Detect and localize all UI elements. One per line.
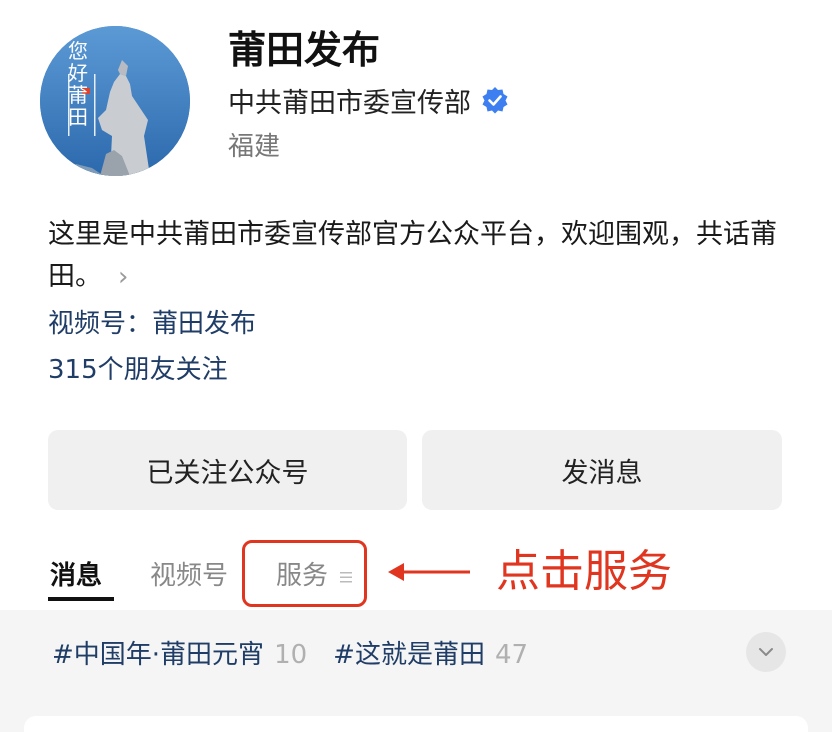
intro-text: 这里是中共莆田市委宣传部官方公众平台，欢迎围观，共话莆田。: [48, 219, 777, 292]
organization-row: 中共莆田市委宣传部: [228, 80, 509, 120]
official-account-profile-page: 您好莆田 莆田发布 中共莆田市委宣传部 福建 这里是中共莆田市委宣传部官方公众平…: [0, 0, 832, 732]
annotation-label: 点击服务: [496, 546, 672, 597]
followed-account-button[interactable]: 已关注公众号: [48, 430, 407, 510]
tab-video-channel[interactable]: 视频号: [150, 554, 228, 598]
friends-following-link[interactable]: 315个朋友关注: [48, 350, 228, 390]
tab-messages[interactable]: 消息: [50, 554, 102, 598]
avatar-greeting-text: 您好莆田: [68, 39, 88, 129]
account-region: 福建: [228, 132, 281, 162]
organization-name: 中共莆田市委宣传部: [228, 87, 471, 119]
hashtag-count: 47: [494, 640, 529, 670]
expand-hashtags-button[interactable]: [746, 632, 786, 672]
message-card[interactable]: [24, 716, 808, 732]
hashtag-chinese-new-year[interactable]: #中国年·莆田元宵: [52, 634, 264, 671]
hashtag-row: #中国年·莆田元宵 10 #这就是莆田 47: [52, 634, 528, 674]
active-tab-indicator: [48, 597, 114, 601]
avatar-artwork: [40, 26, 190, 176]
chevron-down-icon: [759, 648, 773, 656]
account-name: 莆田发布: [228, 28, 381, 72]
hashtag-count: 10: [274, 640, 308, 670]
account-intro[interactable]: 这里是中共莆田市委宣传部官方公众平台，欢迎围观，共话莆田。 ›: [48, 214, 793, 298]
annotation-arrow-icon: [388, 563, 470, 581]
account-avatar[interactable]: 您好莆田: [40, 26, 190, 176]
services-highlight-box: [242, 540, 367, 607]
video-channel-link[interactable]: 视频号：莆田发布: [48, 304, 256, 344]
verified-badge-icon: [482, 87, 508, 114]
chevron-right-icon[interactable]: ›: [118, 256, 128, 298]
hashtag-this-is-putian[interactable]: #这就是莆田: [333, 634, 485, 671]
send-message-button[interactable]: 发消息: [422, 430, 782, 510]
